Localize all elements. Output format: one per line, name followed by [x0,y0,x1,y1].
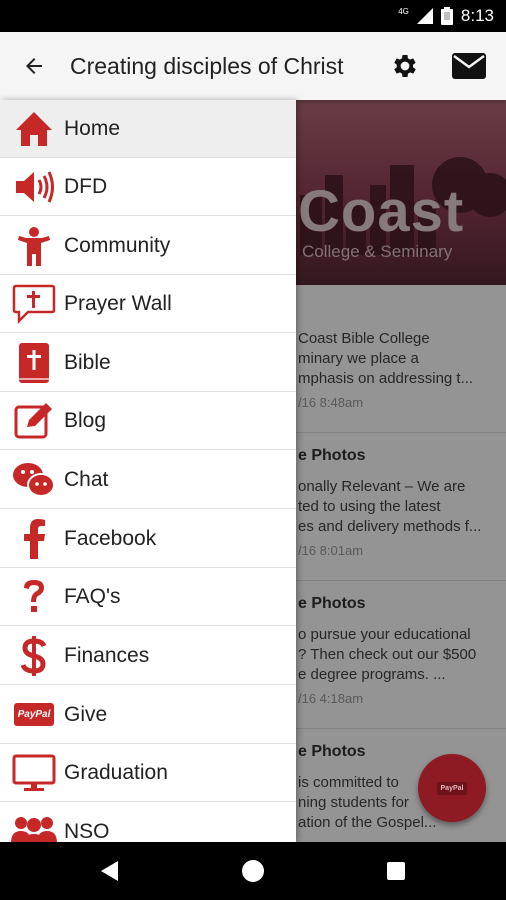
monitor-icon [10,749,58,797]
battery-icon [440,7,453,25]
drawer-item-home[interactable]: Home [0,100,296,158]
status-bar: 4G 8:13 [0,0,506,32]
edit-icon [10,397,58,445]
network-type: 4G [398,6,409,16]
speaker-icon [10,163,58,211]
paypal-icon: PayPal [436,781,468,795]
drawer-item-label: Graduation [64,760,168,784]
facebook-icon [10,515,58,563]
drawer-item-label: FAQ's [64,584,121,608]
drawer-item-give[interactable]: PayPal Give [0,686,296,744]
drawer-item-community[interactable]: Community [0,217,296,275]
app-bar: Creating disciples of Christ [0,32,506,100]
drawer-item-label: DFD [64,174,108,198]
home-circle-icon [242,860,264,882]
chat-icon [10,456,58,504]
person-icon [10,222,58,270]
drawer-item-faqs[interactable]: FAQ's [0,568,296,626]
drawer-item-blog[interactable]: Blog [0,392,296,450]
group-icon [10,808,58,842]
question-icon [10,573,58,621]
drawer-item-label: Give [64,702,108,726]
drawer-item-label: Finances [64,643,150,667]
signal-icon [416,8,433,24]
drawer-item-label: Home [64,116,121,140]
drawer-item-facebook[interactable]: Facebook [0,510,296,568]
nav-recents-button[interactable] [366,842,426,900]
drawer-item-label: Facebook [64,526,157,550]
prayer-bubble-icon [10,280,58,328]
drawer-item-bible[interactable]: Bible [0,334,296,392]
drawer-item-nso[interactable]: NSO [0,803,296,842]
home-icon [10,105,58,153]
recents-square-icon [387,862,405,880]
nav-back-button[interactable] [80,842,140,900]
bible-icon [10,339,58,387]
mail-button[interactable] [448,48,490,84]
drawer-item-label: Blog [64,408,107,432]
drawer-item-label: Chat [64,467,109,491]
drawer-item-dfd[interactable]: DFD [0,158,296,216]
system-nav-bar [0,842,506,900]
back-triangle-icon [101,861,118,881]
nav-home-button[interactable] [223,842,283,900]
paypal-fab-button[interactable]: PayPal [418,754,486,822]
back-arrow-icon [26,58,42,74]
settings-button[interactable] [386,48,424,84]
drawer-item-graduation[interactable]: Graduation [0,744,296,802]
drawer-item-label: Community [64,233,171,257]
drawer-item-finances[interactable]: Finances [0,627,296,685]
drawer-item-chat[interactable]: Chat [0,451,296,509]
drawer-item-prayer-wall[interactable]: Prayer Wall [0,275,296,333]
dollar-icon [10,632,58,680]
gear-icon [394,55,416,77]
drawer-item-label: NSO [64,819,110,843]
mail-icon [452,53,486,79]
paypal-badge: PayPal [13,703,55,726]
page-title: Creating disciples of Christ [70,53,344,79]
navigation-drawer: Home DFD Community Prayer Wall Bible Blo… [0,100,296,842]
drawer-item-label: Bible [64,350,111,374]
drawer-item-label: Prayer Wall [64,291,172,315]
clock: 8:13 [460,6,494,25]
paypal-icon: PayPal [10,691,58,739]
back-button[interactable] [16,50,52,82]
